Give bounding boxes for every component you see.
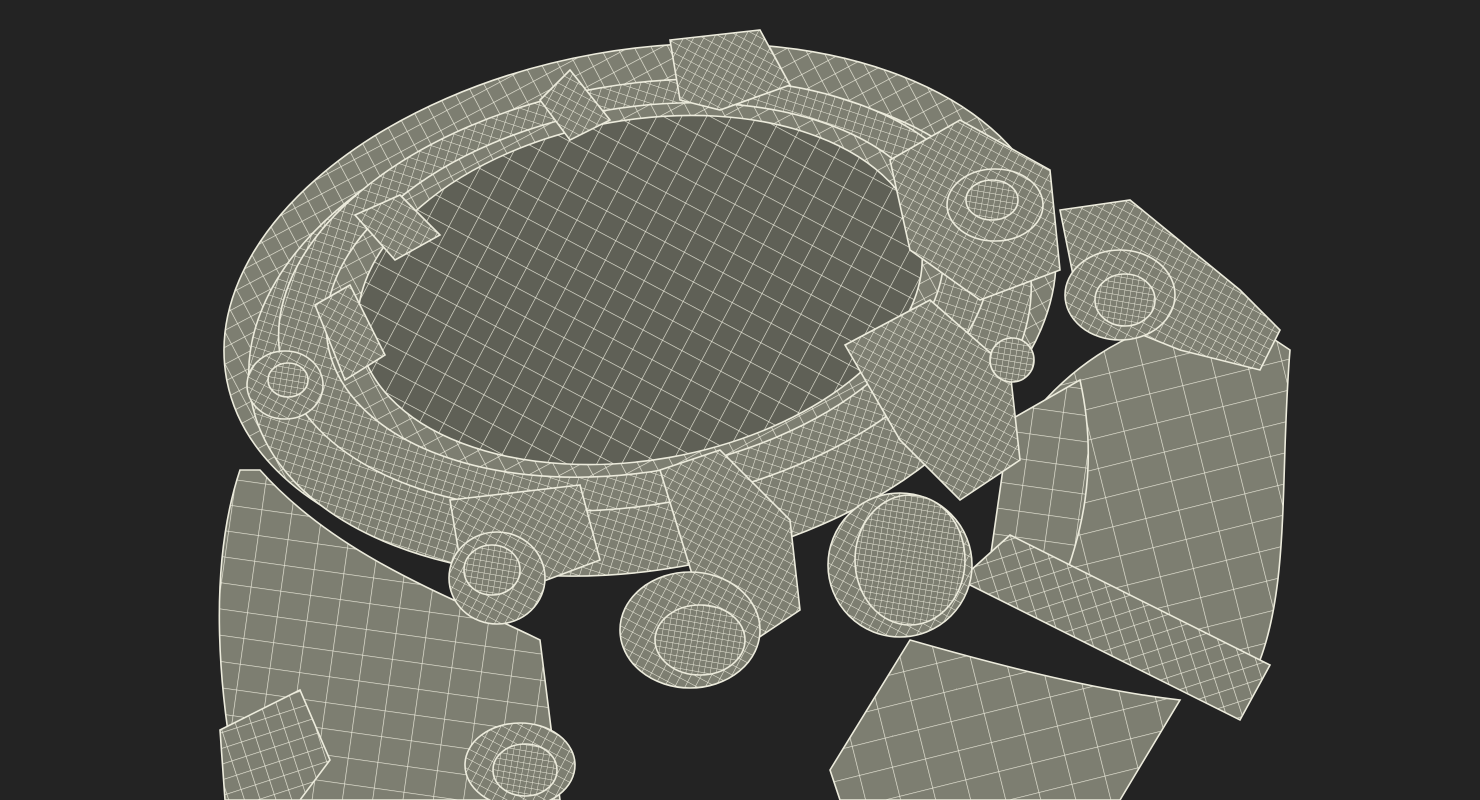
render-viewport xyxy=(0,0,1480,800)
wireframe-render xyxy=(0,0,1480,800)
button-top-right xyxy=(946,168,1044,242)
button-bottom-left xyxy=(448,531,546,625)
crown-main xyxy=(827,492,973,638)
button-lower-left xyxy=(464,722,576,800)
button-bottom-center xyxy=(619,571,761,689)
button-right-side xyxy=(989,337,1035,383)
button-crown-right xyxy=(1064,249,1176,341)
button-left xyxy=(246,350,324,420)
